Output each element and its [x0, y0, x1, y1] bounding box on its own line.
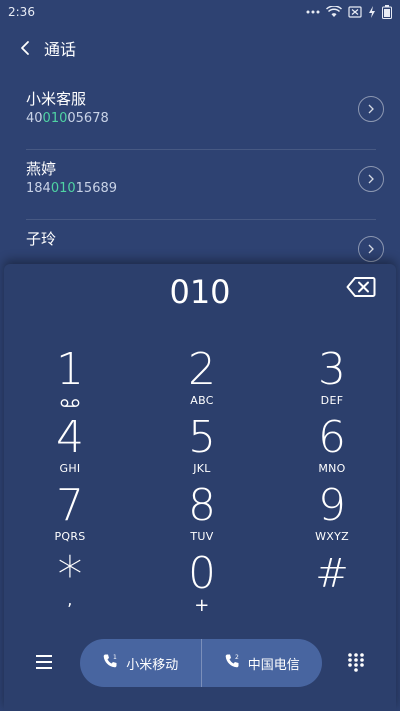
key-6[interactable]: 6 MNO [268, 412, 396, 480]
contact-item[interactable]: 燕婷 18401015689 [26, 150, 384, 220]
key-digit: 8 [188, 480, 216, 531]
battery-icon [382, 5, 392, 19]
key-hash[interactable]: # [268, 548, 396, 616]
key-7[interactable]: 7 PQRS [4, 480, 136, 548]
key-letters: MNO [318, 462, 346, 475]
key-digit: 4 [56, 412, 84, 463]
key-letters: + [194, 595, 210, 616]
key-digit: 6 [318, 412, 346, 463]
key-2[interactable]: 2 ABC [136, 344, 268, 412]
sim-disabled-icon [348, 6, 362, 18]
contact-detail-button[interactable] [358, 96, 384, 122]
key-digit: 7 [56, 480, 84, 531]
key-0[interactable]: 0 + [136, 548, 268, 616]
svg-text:2: 2 [235, 654, 239, 661]
call-sim1-button[interactable]: 1 小米移动 [80, 639, 201, 687]
contact-suggestions: 小米客服 4001005678 燕婷 18401015689 子玲 [0, 80, 400, 290]
key-9[interactable]: 9 WXYZ [268, 480, 396, 548]
dialed-number-display: 010 [169, 273, 231, 311]
key-digit: 3 [318, 344, 346, 395]
key-letters: JKL [193, 462, 211, 475]
phone-sim1-icon: 1 [102, 653, 118, 673]
key-digit: 2 [188, 344, 216, 395]
voicemail-icon [60, 393, 80, 412]
contact-name: 子玲 [26, 230, 57, 248]
key-letters: ABC [190, 394, 214, 407]
key-3[interactable]: 3 DEF [268, 344, 396, 412]
page-title: 通话 [44, 40, 77, 59]
wifi-icon [326, 6, 342, 18]
dialer-panel: 010 1 2 ABC 3 DEF 4 GHI 5 JKL 6 MNO 7 PQ… [4, 264, 396, 711]
menu-icon[interactable] [34, 652, 54, 672]
call-sim2-button[interactable]: 2 中国电信 [202, 639, 323, 687]
status-time: 2:36 [8, 5, 35, 19]
back-arrow-icon[interactable] [14, 37, 36, 59]
phone-sim2-icon: 2 [224, 653, 240, 673]
key-star[interactable]: * , [4, 548, 136, 616]
charging-icon [368, 6, 376, 18]
sim2-label: 中国电信 [247, 657, 300, 673]
contact-number: 18401015689 [26, 181, 118, 196]
key-letters: WXYZ [315, 530, 349, 543]
key-digit: 1 [56, 344, 84, 395]
key-digit: 5 [188, 412, 216, 463]
key-letters: PQRS [54, 530, 86, 543]
contact-item[interactable]: 小米客服 4001005678 [26, 80, 384, 150]
contact-detail-button[interactable] [358, 166, 384, 192]
more-dots-icon [306, 10, 320, 14]
status-bar: 2:36 [0, 0, 400, 24]
contact-name: 燕婷 [26, 160, 57, 178]
key-letters: DEF [320, 394, 344, 407]
contact-number: 4001005678 [26, 111, 109, 126]
key-5[interactable]: 5 JKL [136, 412, 268, 480]
key-digit: # [315, 551, 349, 597]
app-header: 通话 [0, 28, 400, 68]
keypad: 1 2 ABC 3 DEF 4 GHI 5 JKL 6 MNO 7 PQRS 8… [4, 344, 396, 616]
sim1-label: 小米移动 [126, 657, 179, 673]
contact-detail-button[interactable] [358, 236, 384, 262]
dialer-bottom-bar: 1 小米移动 2 中国电信 [4, 638, 396, 688]
key-4[interactable]: 4 GHI [4, 412, 136, 480]
key-letters: TUV [190, 530, 214, 543]
backspace-icon[interactable] [346, 276, 376, 298]
key-1[interactable]: 1 [4, 344, 136, 412]
dialpad-toggle-icon[interactable] [346, 652, 366, 672]
contact-name: 小米客服 [26, 90, 87, 108]
key-8[interactable]: 8 TUV [136, 480, 268, 548]
key-digit: 0 [188, 548, 216, 599]
key-digit: 9 [318, 480, 346, 531]
key-letters: GHI [59, 462, 81, 475]
key-letters: , [67, 590, 73, 609]
svg-text:1: 1 [113, 654, 117, 661]
call-buttons: 1 小米移动 2 中国电信 [80, 639, 322, 687]
